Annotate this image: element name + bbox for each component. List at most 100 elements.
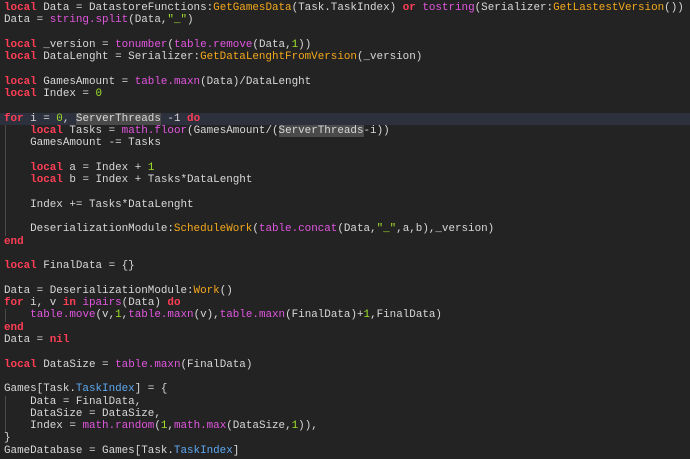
code-line[interactable] — [0, 27, 690, 39]
method-name: GetDataLenghtFromVersion — [200, 51, 357, 64]
method-name: ScheduleWork — [173, 223, 253, 236]
code-editor[interactable]: local Data = DatastoreFunctions:GetGames… — [0, 0, 690, 459]
number-literal: 0 — [95, 88, 103, 101]
code-line[interactable]: GameDatabase = Games[Task.TaskIndex] — [0, 445, 690, 457]
search-highlight: ServerThreads — [278, 124, 364, 137]
code-text: (v), — [193, 309, 220, 322]
code-text: Index += Tasks*DataLenght — [4, 198, 194, 211]
code-line[interactable]: local _version = tonumber(table.remove(D… — [0, 39, 690, 51]
string-literal: "_" — [167, 14, 188, 27]
code-line[interactable]: for i, v in ipairs(Data) do — [0, 297, 690, 309]
code-line[interactable]: Index = math.random(1,math.max(DataSize,… — [0, 420, 690, 433]
code-text: (DataSize, — [226, 420, 292, 433]
code-text: ,FinalData) — [370, 309, 442, 322]
code-line[interactable]: local Tasks = math.floor(GamesAmount/(Se… — [0, 124, 690, 138]
code-line[interactable]: GamesAmount -= Tasks — [0, 137, 690, 150]
code-text: (Data, — [337, 223, 377, 236]
code-line[interactable] — [0, 371, 690, 383]
code-text: DataSize = DataSize, — [4, 407, 161, 420]
builtin-call: math.random — [82, 420, 155, 433]
code-text: Data = — [4, 14, 50, 27]
keyword: do — [167, 297, 181, 310]
method-name: GetGamesData — [213, 2, 292, 14]
code-text: Tasks = — [62, 124, 122, 137]
code-line[interactable]: Data = nil — [0, 334, 690, 346]
code-line[interactable]: local DataLenght = Serializer:GetDataLen… — [0, 51, 690, 63]
keyword: end — [4, 235, 24, 248]
code-line[interactable] — [0, 186, 690, 200]
code-line[interactable]: local Index = 0 — [0, 88, 690, 100]
code-text: -1 — [160, 112, 188, 125]
property: TaskIndex — [75, 383, 135, 396]
code-line[interactable]: local Data = DatastoreFunctions:GetGames… — [0, 2, 690, 14]
code-text: (_version) — [356, 51, 423, 64]
code-text: , — [62, 112, 76, 125]
code-line[interactable]: } — [0, 432, 690, 444]
code-line[interactable]: Data = FinalData, — [0, 395, 690, 409]
code-line[interactable]: DataSize = DataSize, — [0, 407, 690, 421]
code-text: DeserializationModule: — [4, 223, 174, 236]
code-line[interactable] — [0, 100, 690, 112]
code-line[interactable]: DeserializationModule:ScheduleWork(table… — [0, 223, 690, 236]
code-text: DataSize = — [36, 358, 116, 371]
search-highlight: ServerThreads — [75, 112, 161, 125]
code-text: Index = — [4, 420, 83, 433]
keyword: end — [4, 321, 24, 334]
keyword: local — [4, 51, 37, 64]
code-text: GamesAmount -= Tasks — [4, 137, 161, 150]
code-text: Games[Task. — [4, 383, 76, 396]
code-text: ()) — [664, 2, 684, 14]
code-line[interactable] — [0, 346, 690, 358]
code-line[interactable]: Games[Task.TaskIndex] = { — [0, 383, 690, 395]
builtin-call: string.split — [49, 14, 129, 27]
code-text: Data = DatastoreFunctions: — [36, 2, 214, 14]
code-text: (Data, — [128, 14, 168, 27]
code-text: )) — [298, 38, 312, 51]
code-line[interactable]: local DataSize = table.maxn(FinalData) — [0, 359, 690, 371]
code-line[interactable] — [0, 273, 690, 285]
code-text: () — [219, 284, 233, 297]
builtin-call: ipairs — [82, 297, 122, 310]
code-text: } — [4, 432, 11, 445]
code-line[interactable]: local b = Index + Tasks*DataLenght — [0, 174, 690, 187]
code-line[interactable]: table.move(v,1,table.maxn(v),table.maxn(… — [0, 309, 690, 323]
keyword: local — [30, 161, 63, 174]
code-line[interactable]: local FinalData = {} — [0, 260, 690, 272]
keyword: local — [4, 75, 37, 88]
code-line[interactable] — [0, 248, 690, 260]
code-line[interactable]: end — [0, 322, 690, 334]
current-code-line[interactable]: for i = 0, ServerThreads -1 do — [0, 112, 690, 125]
builtin-call: table.move — [30, 309, 96, 322]
keyword: or — [402, 2, 416, 14]
code-text: (Task.TaskIndex) — [291, 2, 403, 14]
code-line[interactable]: local GamesAmount = table.maxn(Data)/Dat… — [0, 76, 690, 88]
keyword: local — [4, 2, 37, 14]
keyword: in — [62, 297, 76, 310]
code-text: (Data) — [121, 297, 168, 310]
method-name: GetLastestVersion — [553, 2, 665, 14]
code-text: (FinalData) — [180, 358, 253, 371]
number-literal: 1 — [147, 161, 155, 174]
builtin-call: table.concat — [258, 223, 338, 236]
keyword: local — [4, 358, 37, 371]
keyword: for — [4, 297, 24, 310]
code-line[interactable] — [0, 211, 690, 224]
code-line[interactable]: Index += Tasks*DataLenght — [0, 198, 690, 212]
code-line[interactable] — [0, 63, 690, 75]
code-text: Data = DeserializationModule: — [4, 284, 194, 297]
code-text: (Data, — [252, 38, 292, 51]
builtin-call: table.maxn — [219, 309, 286, 322]
code-line[interactable]: end — [0, 236, 690, 248]
string-literal: "_" — [376, 223, 397, 236]
code-text: Data = FinalData, — [4, 395, 142, 408]
code-line[interactable]: local a = Index + 1 — [0, 161, 690, 175]
code-line[interactable]: Data = DeserializationModule:Work() — [0, 285, 690, 297]
code-text: (GamesAmount/( — [187, 124, 279, 137]
code-text: i = — [23, 112, 57, 125]
keyword: do — [187, 112, 201, 125]
code-text: i, v — [23, 297, 63, 310]
code-line[interactable]: Data = string.split(Data,"_") — [0, 14, 690, 26]
code-line[interactable] — [0, 149, 690, 163]
